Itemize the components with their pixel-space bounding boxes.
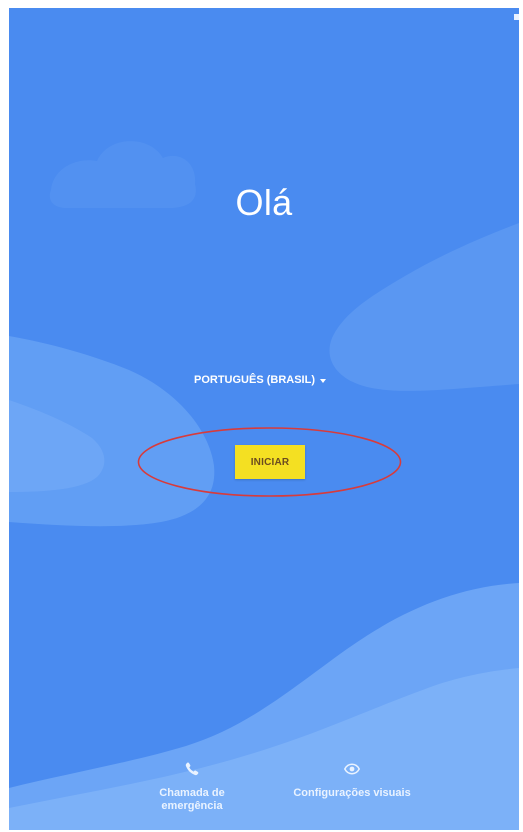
- screenshot-frame: Olá PORTUGUÊS (BRASIL) INICIAR Chamada d…: [0, 0, 523, 832]
- cloud-background: [9, 141, 519, 830]
- language-label: PORTUGUÊS (BRASIL): [194, 374, 315, 386]
- emergency-call-button[interactable]: Chamada de emergência: [158, 760, 226, 813]
- start-button[interactable]: INICIAR: [235, 445, 305, 479]
- setup-welcome-screen: Olá PORTUGUÊS (BRASIL) INICIAR Chamada d…: [9, 8, 519, 830]
- language-selector[interactable]: PORTUGUÊS (BRASIL): [194, 370, 326, 390]
- chevron-down-icon: [320, 378, 326, 383]
- status-indicator: [514, 14, 519, 20]
- phone-icon: [185, 762, 199, 776]
- emergency-call-label: Chamada de emergência: [159, 787, 225, 812]
- visual-settings-button[interactable]: Configurações visuais: [277, 760, 427, 800]
- visual-settings-label: Configurações visuais: [293, 787, 411, 799]
- eye-icon: [343, 763, 361, 775]
- welcome-title: Olá: [235, 182, 293, 223]
